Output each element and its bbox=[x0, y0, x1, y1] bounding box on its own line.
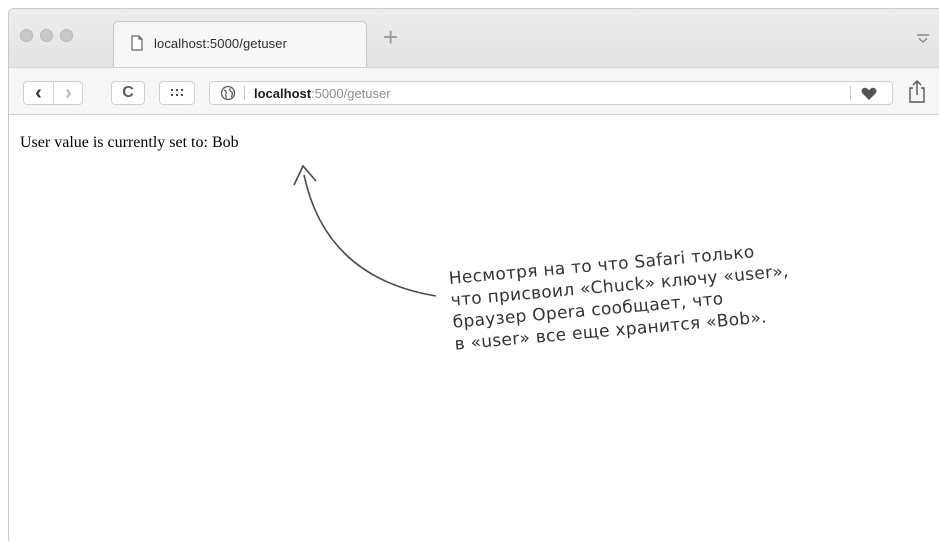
reload-button[interactable]: C bbox=[111, 81, 145, 105]
apps-grid-button[interactable] bbox=[159, 81, 195, 105]
address-text: localhost:5000/getuser bbox=[254, 86, 391, 101]
forward-icon: › bbox=[65, 82, 72, 104]
address-host: localhost bbox=[254, 86, 312, 101]
back-icon: ‹ bbox=[35, 82, 42, 104]
navigation-buttons: ‹ › bbox=[23, 81, 83, 105]
tab-title: localhost:5000/getuser bbox=[154, 36, 288, 51]
heart-icon[interactable] bbox=[860, 86, 878, 102]
reload-icon: C bbox=[122, 84, 134, 101]
toolbar: ‹ › C localhost:5000/getuser bbox=[9, 67, 939, 115]
close-window-button[interactable] bbox=[20, 29, 33, 42]
user-value-text: User value is currently set to: Bob bbox=[20, 134, 239, 151]
zoom-window-button[interactable] bbox=[60, 29, 73, 42]
page-icon bbox=[131, 35, 143, 51]
menu-icon[interactable] bbox=[916, 33, 930, 43]
address-bar[interactable]: localhost:5000/getuser bbox=[209, 81, 893, 105]
apps-grid-icon bbox=[171, 89, 183, 96]
address-divider bbox=[244, 86, 245, 100]
forward-button[interactable]: › bbox=[54, 82, 83, 104]
address-path: :5000/getuser bbox=[311, 86, 391, 101]
globe-icon bbox=[220, 85, 236, 101]
bookmark-divider bbox=[850, 86, 851, 100]
share-icon[interactable] bbox=[907, 79, 927, 105]
new-tab-button[interactable]: + bbox=[383, 24, 398, 50]
tab-bar: localhost:5000/getuser + bbox=[9, 9, 939, 67]
tab-getuser[interactable]: localhost:5000/getuser bbox=[113, 21, 367, 67]
minimize-window-button[interactable] bbox=[40, 29, 53, 42]
back-button[interactable]: ‹ bbox=[24, 82, 54, 104]
